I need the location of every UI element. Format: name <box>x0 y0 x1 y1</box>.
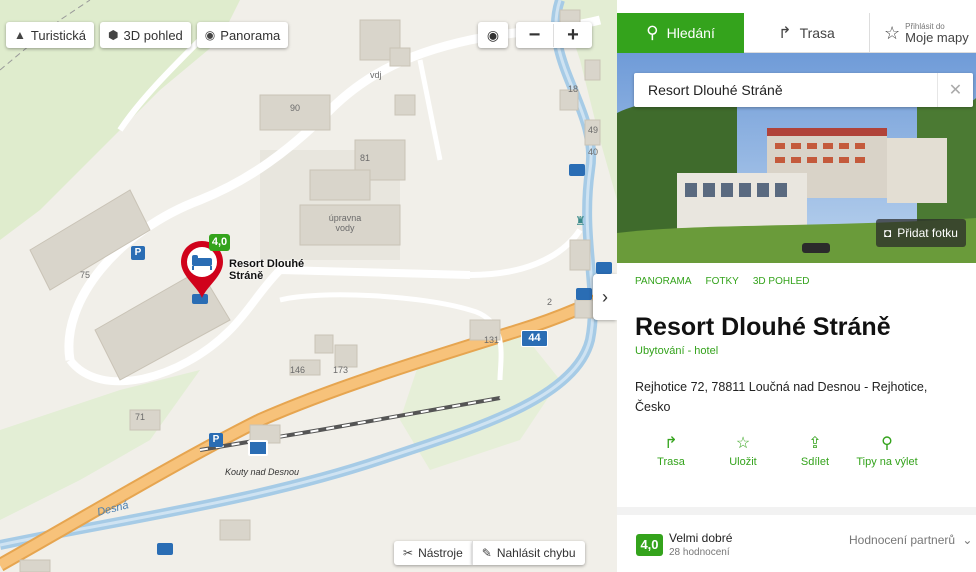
target-icon: ◉ <box>486 26 500 43</box>
parking-icon[interactable]: P <box>209 433 223 447</box>
section-divider <box>617 507 976 515</box>
pin-place-label: Resort Dlouhé Stráně <box>229 258 305 282</box>
zoom-controls: − + <box>516 22 592 48</box>
partner-ratings-label: Hodnocení partnerů <box>849 533 956 547</box>
water-treatment-label: úpravna vody <box>328 213 362 233</box>
search-icon: ⚲ <box>646 23 659 42</box>
3d-view-label: 3D pohled <box>123 27 183 43</box>
station-label: Kouty nad Desnou <box>225 467 300 477</box>
trip-tips-action-button[interactable]: ⚲ Tipy na výlet <box>851 432 923 469</box>
building-label: 131 <box>484 335 500 345</box>
tab-route-label: Trasa <box>799 25 835 41</box>
building-label: 146 <box>290 365 306 375</box>
location-person-icon: ⚲ <box>881 434 893 452</box>
tab-route[interactable]: ↱ Trasa <box>744 13 870 53</box>
building-label: 49 <box>588 125 599 135</box>
hotel-icon[interactable] <box>576 288 592 300</box>
building-label: 81 <box>360 153 371 163</box>
search-box: ✕ <box>634 73 973 107</box>
building-label: 18 <box>568 84 579 94</box>
route-action-button[interactable]: ↱ Trasa <box>635 432 707 469</box>
chevron-right-icon: › <box>602 286 608 307</box>
panorama-label: Panorama <box>220 27 281 43</box>
turisticka-button[interactable]: ▲ Turistická <box>6 22 95 48</box>
locate-me-button[interactable]: ◉ <box>478 22 508 48</box>
route-action-label: Trasa <box>657 456 685 468</box>
rating-count[interactable]: 28 hodnocení <box>669 547 730 558</box>
route-arrow-icon: ↱ <box>778 25 792 42</box>
collapse-panel-button[interactable]: › <box>593 274 617 320</box>
hotel-icon[interactable] <box>569 164 585 176</box>
turisticka-label: Turistická <box>30 27 87 43</box>
add-photo-button[interactable]: ◘ Přidat fotku <box>876 219 966 247</box>
tools-button[interactable]: ✂ Nástroje <box>394 541 472 565</box>
building-label: vdj <box>370 70 382 80</box>
pencil-icon: ✎ <box>481 546 492 560</box>
panorama-button[interactable]: ◉ Panorama <box>196 22 289 48</box>
building-label: 2 <box>547 297 553 307</box>
panel-tabs: ⚲ Hledání ↱ Trasa ☆ Přihlásit do Moje ma… <box>617 13 976 53</box>
partner-ratings-dropdown[interactable]: Hodnocení partnerů ⌄ <box>849 533 972 547</box>
building-label: 75 <box>80 270 91 280</box>
share-icon: ⇪ <box>808 434 822 452</box>
hotel-icon[interactable] <box>596 262 612 274</box>
place-address: Rejhotice 72, 78811 Loučná nad Desnou - … <box>635 380 928 414</box>
tab-search-label: Hledání <box>666 25 715 41</box>
route-arrow-icon: ↱ <box>664 434 678 452</box>
action-buttons: ↱ Trasa ☆ Uložit ⇪ Sdílet ⚲ Tipy na výle… <box>635 432 965 469</box>
save-action-label: Uložit <box>729 456 757 468</box>
pin-rating-badge: 4,0 <box>209 234 230 251</box>
map-base-layer <box>0 0 617 572</box>
place-title: Resort Dlouhé Stráně <box>635 313 891 341</box>
map-bottom-tools: ✂ Nástroje ✎ Nahlásit chybu <box>394 541 585 565</box>
add-photo-label: Přidat fotku <box>897 226 958 240</box>
fountain-icon: ♜ <box>575 214 586 228</box>
tab-login[interactable]: ☆ Přihlásit do Moje mapy <box>870 13 976 53</box>
zoom-out-button[interactable]: − <box>516 23 554 47</box>
parking-icon[interactable]: P <box>131 246 145 260</box>
road-number-badge: 44 <box>521 330 548 347</box>
report-error-label: Nahlásit chybu <box>496 546 576 560</box>
3d-view-button[interactable]: ⬢ 3D pohled <box>100 22 191 48</box>
tools-label: Nástroje <box>418 546 463 560</box>
panorama-link[interactable]: PANORAMA <box>635 276 692 287</box>
zoom-in-button[interactable]: + <box>554 24 592 47</box>
save-action-button[interactable]: ☆ Uložit <box>707 432 779 469</box>
share-action-button[interactable]: ⇪ Sdílet <box>779 432 851 469</box>
map-canvas[interactable]: ▲ Turistická ⬢ 3D pohled ◉ Panorama ◉ − … <box>0 0 617 572</box>
place-category[interactable]: Ubytování - hotel <box>635 345 718 357</box>
building-label: 173 <box>333 365 349 375</box>
close-icon: ✕ <box>948 82 963 99</box>
camera-icon: ◘ <box>884 226 892 240</box>
rating-score-badge: 4,0 <box>636 534 663 556</box>
search-input[interactable] <box>634 82 937 98</box>
3d-view-link[interactable]: 3D POHLED <box>753 276 810 287</box>
media-links: PANORAMA FOTKY 3D POHLED <box>635 276 810 287</box>
share-action-label: Sdílet <box>800 456 830 468</box>
star-outline-icon: ☆ <box>884 22 901 43</box>
detail-panel: ⚲ Hledání ↱ Trasa ☆ Přihlásit do Moje ma… <box>617 0 976 572</box>
login-text: Přihlásit do Moje mapy <box>905 22 969 45</box>
eye-icon: ◉ <box>204 28 216 42</box>
building-label: 40 <box>588 147 599 157</box>
hotel-icon[interactable] <box>157 543 173 555</box>
building-label: 90 <box>290 103 301 113</box>
mountain-icon: ▲ <box>14 28 26 42</box>
star-icon: ☆ <box>735 434 751 452</box>
building-label: 71 <box>135 412 146 422</box>
login-big-label: Moje mapy <box>905 29 969 45</box>
report-error-button[interactable]: ✎ Nahlásit chybu <box>471 541 585 565</box>
train-station-icon[interactable] <box>248 440 268 456</box>
clear-search-button[interactable]: ✕ <box>937 73 973 107</box>
tools-icon: ✂ <box>403 546 414 560</box>
map-layer-buttons: ▲ Turistická ⬢ 3D pohled ◉ Panorama <box>6 22 289 48</box>
trip-tips-action-label: Tipy na výlet <box>856 456 918 468</box>
cube-icon: ⬢ <box>108 28 119 42</box>
rating-label: Velmi dobré <box>669 531 733 545</box>
tab-search[interactable]: ⚲ Hledání <box>617 13 744 53</box>
photos-link[interactable]: FOTKY <box>706 276 739 287</box>
chevron-down-icon: ⌄ <box>962 533 973 547</box>
